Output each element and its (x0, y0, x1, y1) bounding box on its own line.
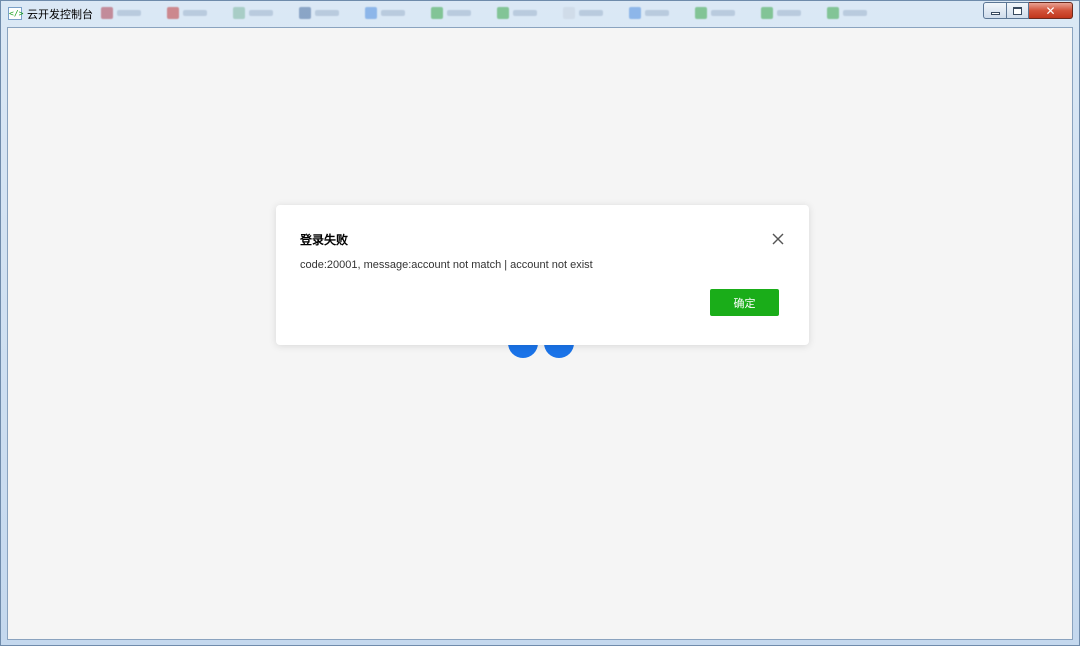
confirm-button[interactable]: 确定 (710, 289, 779, 316)
login-failed-dialog: 登录失败 code:20001, message:account not mat… (276, 205, 809, 345)
dialog-message: code:20001, message:account not match | … (300, 259, 593, 271)
minimize-icon (990, 11, 1000, 15)
app-content: 登录失败 code:20001, message:account not mat… (7, 27, 1073, 640)
close-window-icon: ✕ (1045, 3, 1056, 18)
ghost-item (233, 6, 285, 20)
title-bar[interactable]: </> 云开发控制台 ✕ (1, 1, 1079, 27)
app-window: </> 云开发控制台 ✕ 登录失败 code:20001, message:ac… (0, 0, 1080, 646)
minimize-button[interactable] (983, 2, 1007, 19)
background-taskbar-reflection (101, 6, 971, 22)
window-controls: ✕ (983, 2, 1073, 20)
close-window-button[interactable]: ✕ (1029, 2, 1073, 19)
close-icon[interactable] (770, 231, 786, 247)
code-brackets-icon: </> (8, 7, 24, 20)
window-title: 云开发控制台 (27, 8, 93, 21)
ghost-item (629, 6, 681, 20)
ghost-item (827, 6, 879, 20)
ghost-item (695, 6, 747, 20)
ghost-item (101, 6, 153, 20)
maximize-button[interactable] (1007, 2, 1029, 19)
maximize-icon (1013, 6, 1022, 15)
ghost-item (497, 6, 549, 20)
ghost-item (431, 6, 483, 20)
ghost-item (761, 6, 813, 20)
dialog-title: 登录失败 (300, 233, 349, 247)
ghost-item (365, 6, 417, 20)
ghost-item (563, 6, 615, 20)
ghost-item (167, 6, 219, 20)
ghost-item (299, 6, 351, 20)
close-icon-glyph (772, 233, 784, 245)
